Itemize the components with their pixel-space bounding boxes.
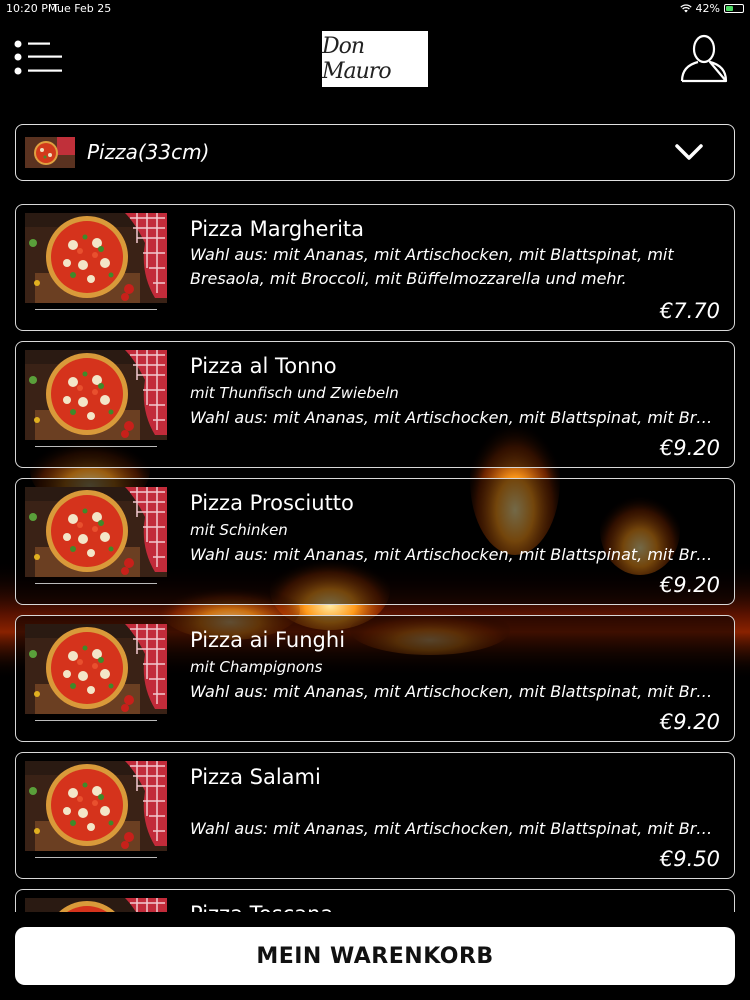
menu-item-description: Wahl aus: mit Ananas, mit Artischocken, … [190,545,720,564]
category-label: Pizza(33cm) [87,140,210,164]
image-divider [35,446,157,447]
menu-item-description: Wahl aus: mit Ananas, mit Artischocken, … [190,245,674,288]
user-account-icon[interactable] [678,33,730,85]
menu-item-card[interactable]: Pizza ai Funghi mit Champignons Wahl aus: … [15,615,735,742]
battery-fill [726,6,733,11]
menu-icon[interactable] [14,40,66,80]
category-pizza-thumbnail [25,137,75,168]
cart-button[interactable]: MEIN WARENKORB [15,927,735,985]
image-divider [35,583,157,584]
menu-item-subtitle: mit Schinken [190,521,288,539]
status-time: 10:20 PM [6,2,58,15]
menu-item-card[interactable]: Pizza al Tonno mit Thunfisch und Zwiebeln… [15,341,735,468]
menu-item-card[interactable]: Pizza Salami Wahl aus: mit Ananas, mit Ar… [15,752,735,879]
brand-logo[interactable]: Don Mauro [322,31,428,87]
menu-item-title: Pizza ai Funghi [190,628,346,652]
menu-item-description: Wahl aus: mit Ananas, mit Artischocken, … [190,819,720,838]
menu-item-card[interactable]: Pizza Margherita Wahl aus: mit Ananas, mi… [15,204,735,331]
pizza-image [25,761,167,851]
category-dropdown[interactable]: Pizza(33cm) [15,124,735,181]
menu-item-list[interactable]: Pizza Margherita Wahl aus: mit Ananas, mi… [15,204,735,912]
menu-item-description: Wahl aus: mit Ananas, mit Artischocken, … [190,408,720,427]
image-divider [35,857,157,858]
status-bar: 10:20 PM Tue Feb 25 42% [0,0,750,18]
battery-icon [724,4,744,13]
menu-item-card[interactable]: Pizza Prosciutto mit Schinken Wahl aus: mi… [15,478,735,605]
menu-item-card[interactable]: Pizza Toscana [15,889,735,912]
menu-item-subtitle: mit Thunfisch und Zwiebeln [190,384,399,402]
image-divider [35,309,157,310]
menu-item-price: €9.20 [659,573,720,597]
pizza-image [25,487,167,577]
menu-item-title: Pizza al Tonno [190,354,337,378]
menu-item-price: €9.20 [659,710,720,734]
menu-item-title: Pizza Margherita [190,217,365,241]
menu-item-price: €7.70 [659,299,720,323]
menu-item-title: Pizza Salami [190,765,321,789]
status-date: Tue Feb 25 [52,2,112,15]
pizza-image [25,898,167,912]
chevron-down-icon [675,144,703,160]
app-header: Don Mauro [0,28,750,92]
menu-item-price: €9.50 [659,847,720,871]
menu-item-title: Pizza Prosciutto [190,491,354,515]
logo-text: Don Mauro [322,34,392,84]
image-divider [35,720,157,721]
status-right: 42% [679,2,744,15]
pizza-image [25,624,167,714]
menu-item-price: €9.20 [659,436,720,460]
pizza-image [25,213,167,303]
menu-item-subtitle: mit Champignons [190,658,323,676]
battery-percent: 42% [695,2,720,15]
pizza-image [25,350,167,440]
wifi-icon [679,4,692,13]
menu-item-title: Pizza Toscana [190,902,333,912]
menu-item-description: Wahl aus: mit Ananas, mit Artischocken, … [190,682,720,701]
